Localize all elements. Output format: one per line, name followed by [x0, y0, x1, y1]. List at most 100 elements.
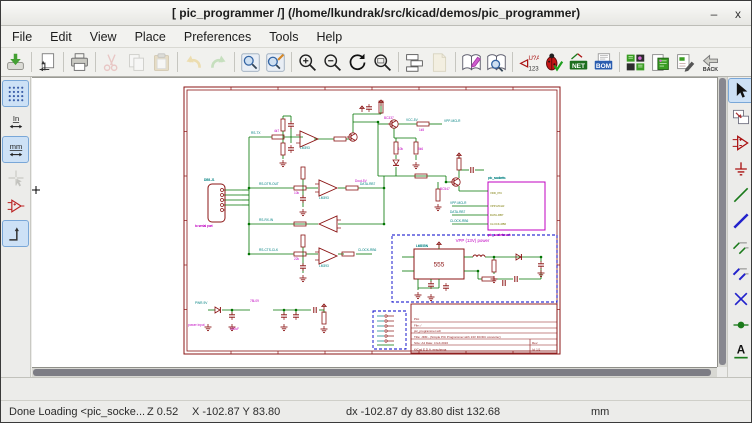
no-connect-button[interactable] [729, 287, 752, 310]
menu-view[interactable]: View [81, 28, 126, 46]
schematic-canvas[interactable]: VPP (13V) powerpic_socketspic_sockets.sc… [32, 77, 717, 367]
svg-text:123: 123 [529, 65, 540, 72]
page-settings-button[interactable] [35, 50, 60, 75]
grid-button[interactable] [3, 81, 28, 106]
zoom-in-button[interactable] [295, 50, 320, 75]
library-browser-button[interactable] [484, 50, 509, 75]
cut-button[interactable] [99, 50, 124, 75]
toolbar-separator [63, 52, 64, 72]
back-annotate-button[interactable]: BACK [698, 50, 723, 75]
pcbnew-button[interactable] [648, 50, 673, 75]
place-junction-icon [731, 315, 751, 335]
svg-text:Rev:: Rev: [532, 341, 538, 345]
unit-mm-button[interactable]: mm [3, 137, 28, 162]
left-toolbar: In mm [1, 77, 31, 377]
redo-button[interactable] [206, 50, 231, 75]
svg-text:VPP-MCLR: VPP-MCLR [450, 201, 467, 205]
place-component-button[interactable] [729, 131, 752, 154]
footprint-editor-button[interactable] [673, 50, 698, 75]
menu-help[interactable]: Help [307, 28, 351, 46]
svg-text:RS-CTS-CLK: RS-CTS-CLK [259, 248, 279, 252]
place-bus-button[interactable] [729, 209, 752, 232]
kicad-eeschema-window: [ pic_programmer /] (/home/lkundrak/src/… [0, 0, 752, 423]
bus-bus-entry-button[interactable] [729, 261, 752, 284]
svg-text:VCC-5V: VCC-5V [406, 118, 419, 122]
hidden-pins-button[interactable] [3, 193, 28, 218]
undo-button[interactable] [181, 50, 206, 75]
erc-button[interactable] [541, 50, 566, 75]
page-settings-icon [37, 52, 58, 73]
hv-orientation-button[interactable] [3, 221, 28, 246]
find-button[interactable] [238, 50, 263, 75]
cvpcb-button[interactable] [623, 50, 648, 75]
status-delta: dx -102.87 dy 83.80 dist 132.68 [346, 406, 500, 418]
cut-icon [101, 52, 122, 73]
hierarchy-sheet-button[interactable] [729, 105, 752, 128]
horizontal-scrollbar[interactable] [32, 367, 717, 377]
find-replace-button[interactable] [263, 50, 288, 75]
close-button[interactable]: x [731, 7, 745, 21]
hierarchy-button[interactable] [402, 50, 427, 75]
svg-text:RS-RX-IN: RS-RX-IN [259, 218, 274, 222]
wire-bus-entry-button[interactable] [729, 235, 752, 258]
leave-sheet-icon [429, 52, 450, 73]
horizontal-scrollbar-thumb[interactable] [33, 369, 711, 376]
copy-button[interactable] [124, 50, 149, 75]
undo-icon [183, 52, 204, 73]
menu-place[interactable]: Place [126, 28, 175, 46]
svg-text:DB9-J1: DB9-J1 [204, 178, 215, 182]
zoom-out-button[interactable] [320, 50, 345, 75]
print-icon [69, 52, 90, 73]
leave-sheet-button[interactable] [427, 50, 452, 75]
svg-text:U?A: U?A [529, 54, 540, 61]
annotate-button[interactable]: U?A 123 [516, 50, 541, 75]
netlist-button[interactable]: NET [566, 50, 591, 75]
bom-button[interactable]: BOM [591, 50, 616, 75]
grid-icon [6, 84, 26, 104]
zoom-fit-icon [372, 52, 393, 73]
status-message: Done Loading <pic_socke... [9, 406, 145, 418]
menu-preferences[interactable]: Preferences [175, 28, 260, 46]
cursor-button[interactable] [729, 79, 752, 102]
svg-text:DATA-RB7: DATA-RB7 [490, 213, 504, 217]
place-wire-icon [731, 185, 751, 205]
menu-tools[interactable]: Tools [260, 28, 307, 46]
netlist-icon: NET [568, 52, 589, 73]
place-junction-button[interactable] [729, 313, 752, 336]
svg-text:A: A [736, 343, 745, 356]
svg-text:Title: JDM - (Simple PIC Progr: Title: JDM - (Simple PIC Programmer with… [414, 335, 501, 339]
vertical-scrollbar-thumb[interactable] [719, 78, 726, 365]
wire-bus-entry-icon [731, 237, 751, 257]
zoom-in-icon [297, 52, 318, 73]
svg-text:LM393: LM393 [300, 146, 310, 150]
place-power-icon [731, 159, 751, 179]
unit-inch-button[interactable]: In [3, 109, 28, 134]
paste-button[interactable] [149, 50, 174, 75]
place-wire-button[interactable] [729, 183, 752, 206]
hierarchy-icon [404, 52, 425, 73]
svg-text:BC337: BC337 [384, 116, 394, 120]
minimize-button[interactable]: – [707, 7, 721, 21]
menu-file[interactable]: File [3, 28, 41, 46]
menu-edit[interactable]: Edit [41, 28, 81, 46]
svg-text:VPP (13V) power: VPP (13V) power [456, 238, 490, 243]
zoom-fit-button[interactable] [370, 50, 395, 75]
status-units: mm [591, 406, 609, 418]
vertical-scrollbar[interactable] [717, 77, 727, 367]
place-label-button[interactable]: A [729, 339, 752, 362]
svg-text:Dout-5V: Dout-5V [355, 179, 368, 183]
library-editor-button[interactable] [459, 50, 484, 75]
place-power-button[interactable] [729, 157, 752, 180]
toolbar-separator [398, 52, 399, 72]
svg-text:CLOCK-RB6: CLOCK-RB6 [490, 222, 506, 226]
hidden-pins-icon [6, 196, 26, 216]
svg-text:Plot: Plot [414, 317, 419, 321]
unit-mm-icon: mm [6, 140, 26, 160]
redraw-button[interactable] [345, 50, 370, 75]
toolbar-separator [31, 52, 32, 72]
toolbar-separator [455, 52, 456, 72]
save-button[interactable] [3, 50, 28, 75]
cursor-shape-button[interactable] [3, 165, 28, 190]
print-button[interactable] [67, 50, 92, 75]
svg-text:LM393: LM393 [319, 264, 329, 268]
